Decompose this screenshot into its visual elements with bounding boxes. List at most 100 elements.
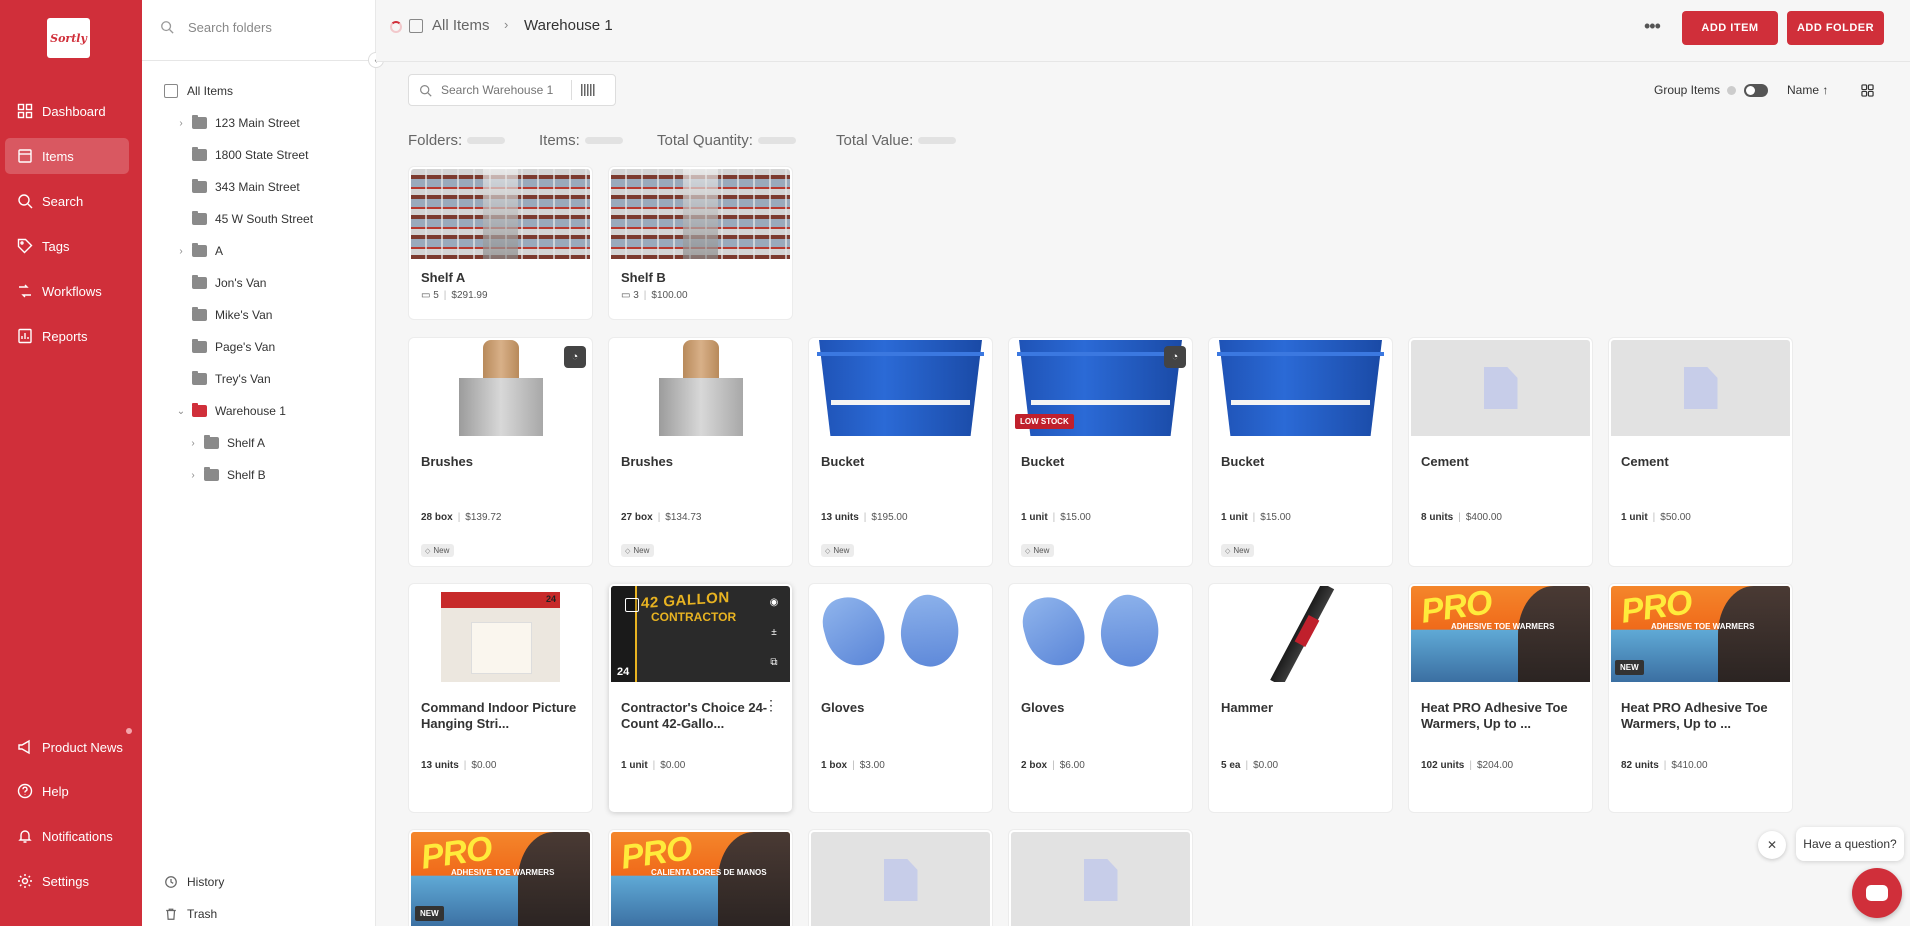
folder-card-shelf-b[interactable]: Shelf B ▭ 3 | $100.00 [609,167,792,319]
nav-workflows[interactable]: Workflows [5,273,129,309]
tree-folder-a[interactable]: › A [176,237,223,265]
item-title: Gloves [1021,700,1065,715]
move-icon[interactable]: ⧉ [764,652,784,672]
tag-badge[interactable]: New [821,544,855,557]
tree-folder-treys-van[interactable]: Trey's Van [176,365,271,393]
barcode-icon[interactable] [581,84,595,96]
nav-notifications[interactable]: Notifications [5,818,129,854]
package-count: 24 [545,594,556,604]
new-badge: NEW [1615,660,1644,675]
item-meta: 8 units | $400.00 [1421,512,1502,523]
folder-icon [204,467,219,481]
tree-folder-shelf-a[interactable]: › Shelf A [188,429,265,457]
package-count: 24 [617,666,630,678]
quantity-icon[interactable]: ± [764,622,784,642]
alert-icon[interactable]: ◔ [564,346,586,368]
add-folder-button[interactable]: ADD FOLDER [1787,11,1884,45]
chevron-right-icon[interactable]: › [176,246,186,257]
item-price: $195.00 [871,512,908,523]
item-card[interactable]: 24 Command Indoor Picture Hanging Stri...… [409,584,592,812]
item-card[interactable] [1009,830,1192,926]
history-link[interactable]: History [164,870,224,894]
item-card[interactable]: Cement 8 units | $400.00 [1409,338,1592,566]
nav-tags[interactable]: Tags [5,228,129,264]
item-card[interactable]: Bucket 1 unit|$15.00 New [1209,338,1392,566]
nav-reports-label: Reports [42,328,88,344]
item-card[interactable]: Brushes 27 box|$134.73 New [609,338,792,566]
nav-help-label: Help [42,783,69,799]
chevron-right-icon[interactable]: › [188,438,198,449]
chat-launcher-button[interactable] [1852,868,1902,918]
select-checkbox[interactable] [625,598,639,612]
item-card[interactable]: ◔ LOW STOCK Bucket 1 unit|$15.00 New [1009,338,1192,566]
grid-view-icon[interactable] [1861,84,1874,97]
folder-icon [192,243,207,257]
nav-product-news[interactable]: Product News [5,729,129,765]
tree-all-items[interactable]: All Items [164,77,233,105]
tree-folder-label: Shelf B [227,468,266,482]
item-card[interactable]: PRO ADHESIVE TOE WARMERS NEW Heat PRO Adhes… [1609,584,1792,812]
item-meta: 102 units | $204.00 [1421,760,1514,771]
item-card[interactable]: PRO ADHESIVE TOE WARMERS NEW [409,830,592,926]
reports-icon [18,328,32,344]
tree-folder-1800-state-street[interactable]: 1800 State Street [176,141,308,169]
chat-close-icon[interactable]: ✕ [1758,831,1786,859]
nav-items[interactable]: Items [5,138,129,174]
tree-folder-pages-van[interactable]: Page's Van [176,333,275,361]
item-card[interactable]: ◔ Brushes 28 box|$139.72 New [409,338,592,566]
tree-folder-warehouse-1[interactable]: ⌄ Warehouse 1 [176,397,286,425]
logo[interactable]: Sortly [47,18,90,58]
chevron-right-icon[interactable]: › [188,470,198,481]
item-card[interactable]: PRO ADHESIVE TOE WARMERS Heat PRO Adhesive… [1409,584,1592,812]
chevron-right-icon[interactable]: › [176,118,186,129]
item-card[interactable]: Hammer 5 ea | $0.00 [1209,584,1392,812]
tag-badge[interactable]: New [421,544,455,557]
item-search-input[interactable] [441,83,571,97]
chevron-down-icon[interactable]: ⌄ [176,406,186,417]
add-item-button[interactable]: ADD ITEM [1682,11,1778,45]
tag-badge[interactable]: New [1221,544,1255,557]
item-card[interactable]: Gloves 2 box | $6.00 [1009,584,1192,812]
megaphone-icon [18,739,30,755]
item-thumbnail [611,340,790,436]
tree-folder-343-main-street[interactable]: 343 Main Street [176,173,300,201]
item-meta: 1 box | $3.00 [821,760,885,771]
chat-prompt[interactable]: Have a question? [1796,827,1904,861]
tree-folder-jons-van[interactable]: Jon's Van [176,269,266,297]
trash-link[interactable]: Trash [164,902,217,926]
tree-folder-123-main-street[interactable]: › 123 Main Street [176,109,300,137]
nav-reports[interactable]: Reports [5,318,129,354]
folder-card-shelf-a[interactable]: Shelf A ▭ 5 | $291.99 [409,167,592,319]
tree-folder-45-w-south-street[interactable]: 45 W South Street [176,205,313,233]
nav-settings[interactable]: Settings [5,863,129,899]
folder-icon: ▭ [421,290,434,301]
nav-help[interactable]: Help [5,773,129,809]
info-icon[interactable] [1727,86,1736,95]
sort-dropdown[interactable]: Name ↑ [1787,83,1828,97]
breadcrumb-all-items[interactable]: All Items [432,17,490,34]
item-card[interactable]: 24 42 GALLON CONTRACTOR ◉ ± ⧉ ⋮ Contractor's Ch… [609,584,792,812]
tag-badge[interactable]: New [1021,544,1055,557]
group-items-toggle[interactable] [1744,84,1768,97]
item-quantity: 82 units [1621,760,1659,771]
tree-folder-mikes-van[interactable]: Mike's Van [176,301,272,329]
loading-skeleton [757,137,796,144]
nav-dashboard[interactable]: Dashboard [5,93,129,129]
item-card[interactable]: PRO CALIENTA DORES DE MANOS [609,830,792,926]
item-card[interactable]: Bucket 13 units|$195.00 New [809,338,992,566]
item-card[interactable] [809,830,992,926]
summary-items: Items: [539,132,623,149]
tag-badge[interactable]: New [621,544,655,557]
folder-icon [192,403,207,417]
more-options-icon[interactable]: ••• [1644,16,1661,37]
loading-skeleton [467,137,506,144]
alert-icon[interactable]: ◔ [1164,346,1186,368]
tree-folder-shelf-b[interactable]: › Shelf B [188,461,266,489]
nav-search[interactable]: Search [5,183,129,219]
item-card[interactable]: Cement 1 unit | $50.00 [1609,338,1792,566]
top-header: All Items › Warehouse 1 ••• ADD ITEM ADD… [376,0,1910,62]
folder-icon [204,435,219,449]
bell-icon[interactable]: ◉ [764,592,784,612]
item-card[interactable]: Gloves 1 box | $3.00 [809,584,992,812]
folder-search[interactable]: Search folders [160,10,370,44]
